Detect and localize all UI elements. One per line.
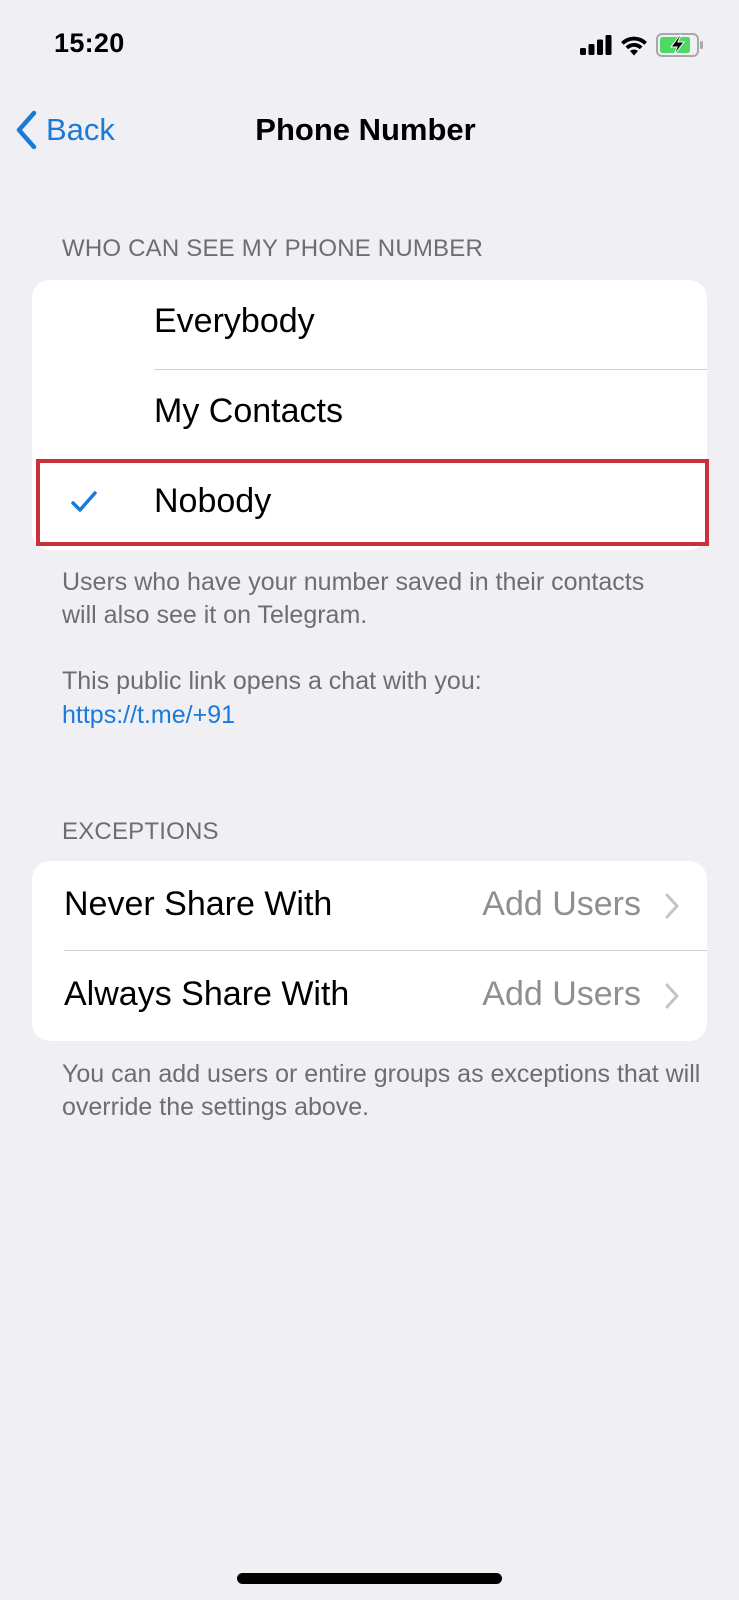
row-label: Never Share With bbox=[64, 885, 333, 923]
navigation-bar: Back Phone Number bbox=[0, 100, 739, 160]
status-icons bbox=[580, 32, 704, 58]
page-title: Phone Number bbox=[0, 112, 739, 148]
never-share-with-row[interactable]: Never Share With Add Users bbox=[32, 861, 707, 951]
visibility-options-card: Everybody My Contacts Nobody bbox=[32, 280, 707, 550]
chevron-right-icon bbox=[665, 983, 679, 1009]
exceptions-card: Never Share With Add Users Always Share … bbox=[32, 861, 707, 1041]
always-share-with-row[interactable]: Always Share With Add Users bbox=[32, 951, 707, 1041]
checkmark-icon bbox=[71, 491, 97, 512]
option-nobody[interactable]: Nobody bbox=[32, 460, 707, 550]
row-label: Always Share With bbox=[64, 975, 350, 1013]
row-value: Add Users bbox=[482, 885, 641, 923]
section-header-exceptions: EXCEPTIONS bbox=[62, 818, 219, 845]
section-header-visibility: WHO CAN SEE MY PHONE NUMBER bbox=[62, 235, 484, 262]
option-my-contacts[interactable]: My Contacts bbox=[32, 370, 707, 460]
battery-charging-icon bbox=[656, 33, 703, 57]
status-time: 15:20 bbox=[54, 28, 125, 58]
status-bar: 15:20 bbox=[0, 0, 739, 90]
exceptions-footer-note: You can add users or entire groups as ex… bbox=[62, 1060, 701, 1121]
chevron-right-icon bbox=[665, 893, 679, 919]
option-label: Nobody bbox=[154, 482, 272, 520]
home-indicator[interactable] bbox=[237, 1573, 502, 1584]
row-value: Add Users bbox=[482, 975, 641, 1013]
option-label: Everybody bbox=[154, 302, 315, 340]
public-link-note: This public link opens a chat with you: bbox=[62, 667, 482, 695]
option-label: My Contacts bbox=[154, 392, 343, 430]
visibility-footer-note: Users who have your number saved in thei… bbox=[62, 568, 645, 629]
cellular-signal-icon bbox=[580, 35, 612, 55]
wifi-icon bbox=[621, 36, 647, 55]
option-everybody[interactable]: Everybody bbox=[32, 280, 707, 370]
public-link[interactable]: https://t.me/+91 bbox=[62, 699, 682, 732]
page-title-text: Phone Number bbox=[255, 112, 476, 147]
